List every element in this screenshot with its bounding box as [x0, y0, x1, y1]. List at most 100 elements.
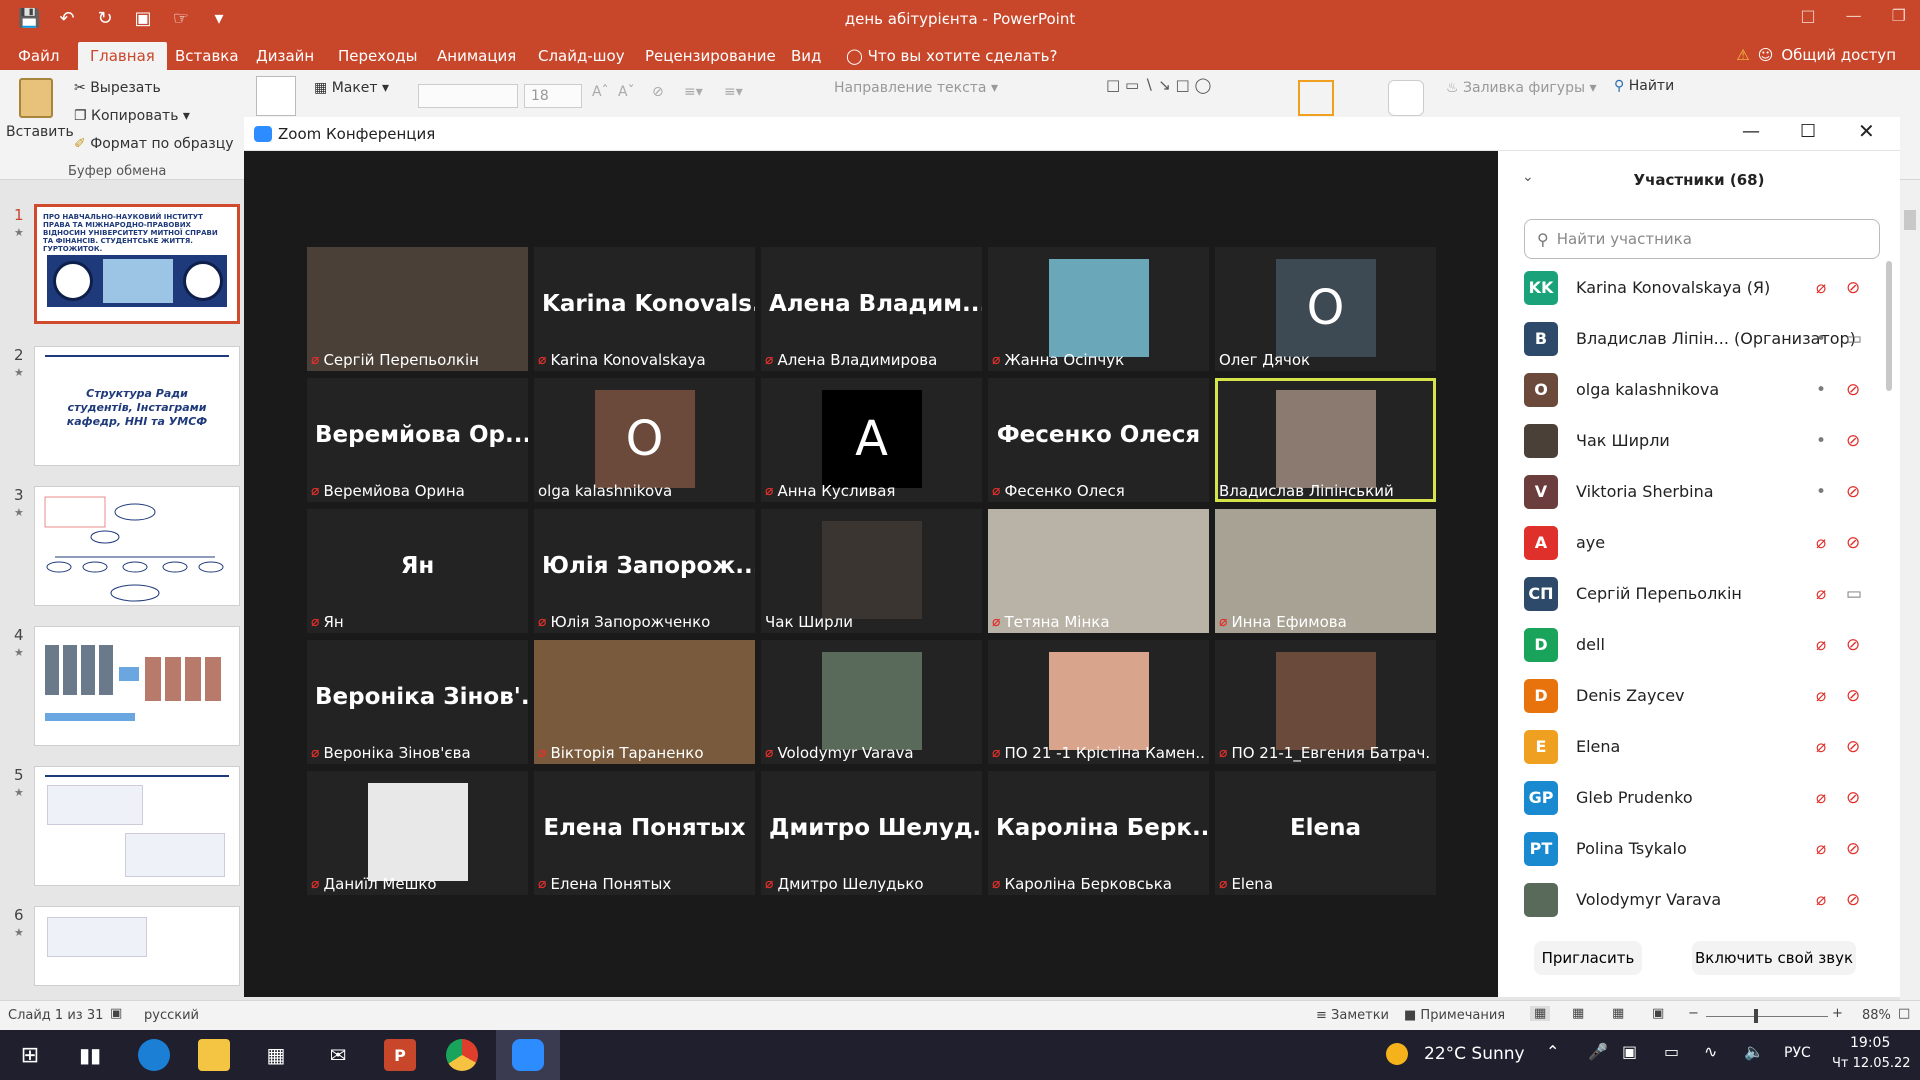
video-tile[interactable]: ⌀ Тетяна Мінка — [988, 509, 1209, 633]
video-tile[interactable]: Алена Владим... ⌀ Алена Владимирова — [761, 247, 982, 371]
maximize-icon[interactable]: ☐ — [1800, 121, 1816, 142]
video-tile[interactable]: Фесенко Олеся ⌀ Фесенко Олеся — [988, 378, 1209, 502]
clock-date[interactable]: Чт 12.05.22 — [1832, 1056, 1911, 1071]
video-tile[interactable]: A ⌀ Анна Кусливая — [761, 378, 982, 502]
tell-me-box[interactable]: ◯ Что вы хотите сделать? — [846, 47, 1057, 65]
video-off-icon[interactable]: ⊘ — [1846, 533, 1860, 553]
mic-icon[interactable]: • — [1816, 431, 1826, 451]
participant-row[interactable]: Чак Ширли • ⊘ — [1498, 415, 1878, 466]
video-icon[interactable]: ▭ — [1846, 329, 1862, 349]
video-off-icon[interactable]: ⊘ — [1846, 278, 1860, 298]
task-view-icon[interactable]: ▮▮ — [74, 1039, 106, 1071]
edge-icon[interactable] — [138, 1039, 170, 1071]
participant-row[interactable]: Ddell ⌀ ⊘ — [1498, 619, 1878, 670]
video-tile[interactable]: Karina Konovals... ⌀ Karina Konovalskaya — [534, 247, 755, 371]
scrollbar-thumb[interactable] — [1886, 261, 1892, 391]
arrange-icon[interactable] — [1298, 80, 1334, 116]
clock-time[interactable]: 19:05 — [1850, 1035, 1890, 1051]
find-button[interactable]: ⚲ Найти — [1614, 78, 1674, 94]
reading-view-icon[interactable]: ▦ — [1612, 1006, 1624, 1021]
participant-row[interactable]: PT Polina Tsykalo ⌀ ⊘ — [1498, 823, 1878, 874]
maximize-icon[interactable]: ❐ — [1892, 6, 1906, 25]
tab-insert[interactable]: Вставка — [175, 47, 239, 65]
zoom-level[interactable]: 88% — [1862, 1008, 1891, 1023]
zoom-slider[interactable] — [1706, 1016, 1828, 1017]
video-off-icon[interactable]: ⊘ — [1846, 890, 1860, 910]
comments-button[interactable]: ■ Примечания — [1404, 1008, 1505, 1023]
close-icon[interactable]: ✕ — [1858, 119, 1875, 143]
muted-mic-icon[interactable]: ⌀ — [1816, 278, 1826, 298]
tab-file[interactable]: Файл — [18, 47, 59, 65]
participant-row[interactable]: GP Gleb Prudenko ⌀ ⊘ — [1498, 772, 1878, 823]
text-direction-button[interactable]: Направление текста ▾ — [834, 80, 998, 96]
video-tile[interactable]: O Олег Дячок — [1215, 247, 1436, 371]
file-explorer-icon[interactable] — [198, 1039, 230, 1071]
slide-thumbnail-6[interactable] — [34, 906, 240, 986]
cut-button[interactable]: ✂ Вырезать — [74, 80, 161, 96]
video-tile[interactable]: ⌀ Даниїл Мешко — [307, 771, 528, 895]
mic-icon[interactable]: • — [1816, 380, 1826, 400]
video-tile[interactable]: ⌀ Volodymyr Varava — [761, 640, 982, 764]
participant-search-input[interactable]: ⚲ Найти участника — [1524, 219, 1880, 259]
zoom-slider-thumb[interactable] — [1754, 1009, 1758, 1023]
participant-row[interactable]: СП Сергій Перепьолкін ⌀ ▭ — [1498, 568, 1878, 619]
video-off-icon[interactable]: ⊘ — [1846, 839, 1860, 859]
shapes-gallery[interactable]: □ ▭ ∖ ↘ □ ◯ — [1106, 76, 1266, 116]
input-language[interactable]: РУС — [1784, 1045, 1811, 1061]
language-indicator[interactable]: русский — [144, 1008, 199, 1023]
camera-icon[interactable]: ▣ — [1622, 1042, 1637, 1061]
muted-mic-icon[interactable]: ⌀ — [1816, 533, 1826, 553]
unmute-myself-button[interactable]: Включить свой звук — [1692, 941, 1856, 975]
share-button[interactable]: ⚠ ☺ Общий доступ — [1736, 46, 1896, 64]
participant-row[interactable]: Aaye ⌀ ⊘ — [1498, 517, 1878, 568]
slide-thumbnail-1[interactable]: ПРО НАВЧАЛЬНО-НАУКОВИЙ ІНСТИТУТ ПРАВА ТА… — [34, 204, 240, 324]
paste-button[interactable]: Вставить — [6, 78, 74, 158]
display-icon[interactable]: ▭ — [1664, 1042, 1679, 1061]
video-tile[interactable]: Ян ⌀ Ян — [307, 509, 528, 633]
video-tile[interactable]: ⌀ ПО 21-1_Евгения Батрач... — [1215, 640, 1436, 764]
normal-view-icon[interactable]: ▦ — [1530, 1006, 1551, 1021]
slide-sorter-icon[interactable]: ▦ — [1572, 1006, 1584, 1021]
powerpoint-scrollbar[interactable] — [1900, 180, 1920, 1000]
tab-design[interactable]: Дизайн — [256, 47, 314, 65]
participant-row[interactable]: Oolga kalashnikova • ⊘ — [1498, 364, 1878, 415]
notes-button[interactable]: ≡ Заметки — [1316, 1008, 1389, 1023]
spellcheck-icon[interactable]: ▣ — [110, 1006, 122, 1021]
zoom-out-icon[interactable]: − — [1688, 1006, 1699, 1021]
video-tile[interactable]: ⌀ ПО 21 -1 Крістіна Камен... — [988, 640, 1209, 764]
video-off-icon[interactable]: ⊘ — [1846, 431, 1860, 451]
muted-mic-icon[interactable]: ⌀ — [1816, 584, 1826, 604]
muted-mic-icon[interactable]: ⌀ — [1816, 737, 1826, 757]
windows-start-icon[interactable]: ⊞ — [14, 1039, 46, 1071]
participant-row[interactable]: V Viktoria Sherbina • ⊘ — [1498, 466, 1878, 517]
video-tile[interactable]: ⌀ Сергій Перепьолкін — [307, 247, 528, 371]
video-off-icon[interactable]: ⊘ — [1846, 788, 1860, 808]
participant-row[interactable]: D Denis Zaycev ⌀ ⊘ — [1498, 670, 1878, 721]
new-slide-icon[interactable] — [256, 76, 296, 116]
muted-mic-icon[interactable]: ⌀ — [1816, 686, 1826, 706]
muted-mic-icon[interactable]: ⌀ — [1816, 635, 1826, 655]
ribbon-options-icon[interactable]: □ — [1801, 6, 1816, 25]
slide-thumbnail-5[interactable] — [34, 766, 240, 886]
grow-font-icon[interactable]: Aˆ — [592, 84, 609, 100]
video-off-icon[interactable]: ⊘ — [1846, 380, 1860, 400]
participant-row[interactable]: E Elena ⌀ ⊘ — [1498, 721, 1878, 772]
fit-slide-icon[interactable]: □ — [1898, 1006, 1910, 1021]
video-tile[interactable]: ⌀ Вікторія Тараненко — [534, 640, 755, 764]
mic-icon[interactable]: • — [1816, 329, 1826, 349]
mic-icon[interactable]: • — [1816, 482, 1826, 502]
microsoft-store-icon[interactable]: ▦ — [260, 1039, 292, 1071]
muted-mic-icon[interactable]: ⌀ — [1816, 788, 1826, 808]
video-tile[interactable]: Владислав Ліпінський — [1215, 378, 1436, 502]
minimize-icon[interactable]: — — [1846, 6, 1862, 25]
tab-transitions[interactable]: Переходы — [338, 47, 418, 65]
shrink-font-icon[interactable]: Aˇ — [618, 84, 635, 100]
participant-row[interactable]: B Владислав Ліпін... (Организатор) • ▭ — [1498, 313, 1878, 364]
slide-thumbnail-3[interactable] — [34, 486, 240, 606]
copy-button[interactable]: ❐ Копировать ▾ — [74, 108, 190, 124]
chrome-icon[interactable] — [446, 1039, 478, 1071]
chevron-up-icon[interactable]: ⌃ — [1546, 1042, 1559, 1061]
video-tile[interactable]: Кароліна Берк... ⌀ Кароліна Берковська — [988, 771, 1209, 895]
powerpoint-taskbar-icon[interactable]: P — [384, 1039, 416, 1071]
video-tile[interactable]: Веремйова Ор... ⌀ Веремйова Орина — [307, 378, 528, 502]
